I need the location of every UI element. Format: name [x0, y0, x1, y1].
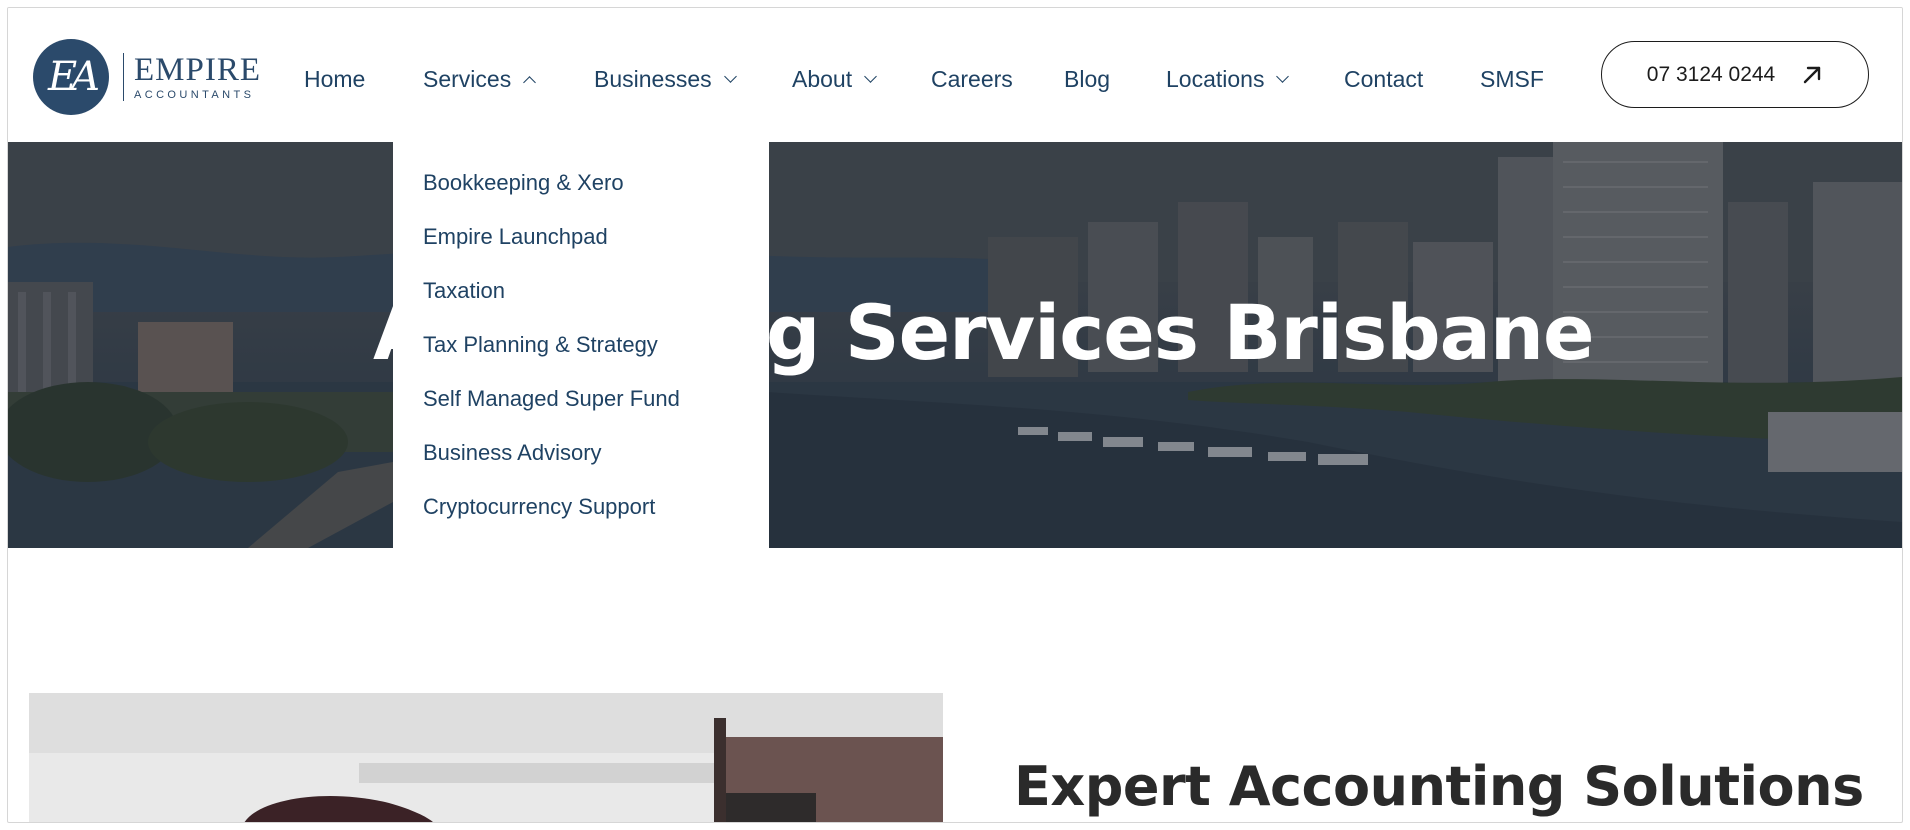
nav-blog[interactable]: Blog — [1064, 66, 1110, 93]
logo-monogram: EA — [33, 39, 109, 115]
nav-about-label: About — [792, 66, 853, 92]
phone-button[interactable]: 07 3124 0244 — [1601, 41, 1869, 108]
logo-wordmark: EMPIRE ACCOUNTANTS — [134, 51, 262, 101]
chevron-down-icon — [1276, 70, 1290, 83]
chevron-down-icon — [723, 70, 737, 83]
hero-title-fragment-right: g Services Brisbane — [766, 288, 1595, 377]
nav-contact-label: Contact — [1344, 66, 1424, 92]
nav-services[interactable]: Services — [423, 66, 537, 93]
dropdown-item-business-advisory[interactable]: Business Advisory — [423, 440, 602, 466]
arrow-up-right-icon — [1804, 66, 1821, 83]
services-dropdown-menu: Bookkeeping & Xero Empire Launchpad Taxa… — [393, 142, 769, 548]
dropdown-item-empire-launchpad[interactable]: Empire Launchpad — [423, 224, 608, 250]
logo[interactable]: EA EMPIRE ACCOUNTANTS — [33, 37, 261, 117]
chevron-down-icon — [864, 70, 877, 83]
hero-banner: A g Services Brisbane — [8, 142, 1902, 548]
nav-about[interactable]: About — [792, 66, 877, 93]
dropdown-item-tax-planning[interactable]: Tax Planning & Strategy — [423, 332, 658, 358]
nav-home[interactable]: Home — [304, 66, 365, 93]
nav-careers[interactable]: Careers — [931, 66, 1013, 93]
browser-viewport: EA EMPIRE ACCOUNTANTS Home Services Busi… — [7, 7, 1903, 823]
logo-tagline: ACCOUNTANTS — [134, 88, 255, 101]
site-header: EA EMPIRE ACCOUNTANTS Home Services Busi… — [8, 8, 1902, 143]
logo-divider — [123, 53, 124, 101]
logo-name: EMPIRE — [134, 51, 262, 88]
nav-blog-label: Blog — [1064, 66, 1111, 92]
phone-button-label: 07 3124 0244 — [1646, 62, 1776, 86]
nav-locations[interactable]: Locations — [1166, 66, 1290, 93]
nav-locations-label: Locations — [1166, 66, 1265, 92]
office-photo — [29, 693, 943, 822]
nav-services-label: Services — [423, 66, 512, 92]
office-photo-image — [29, 693, 943, 822]
nav-home-label: Home — [304, 66, 366, 92]
chevron-up-icon — [523, 76, 537, 89]
nav-smsf-label: SMSF — [1480, 66, 1544, 92]
dropdown-item-bookkeeping-xero[interactable]: Bookkeeping & Xero — [423, 170, 624, 196]
nav-businesses-label: Businesses — [594, 66, 712, 92]
dropdown-item-cryptocurrency[interactable]: Cryptocurrency Support — [423, 494, 655, 520]
nav-contact[interactable]: Contact — [1344, 66, 1423, 93]
dropdown-item-smsf[interactable]: Self Managed Super Fund — [423, 386, 680, 412]
nav-smsf[interactable]: SMSF — [1480, 66, 1544, 93]
dropdown-item-taxation[interactable]: Taxation — [423, 278, 505, 304]
section-heading: Expert Accounting Solutions — [1014, 755, 1864, 818]
nav-careers-label: Careers — [931, 66, 1013, 92]
nav-businesses[interactable]: Businesses — [594, 66, 737, 93]
